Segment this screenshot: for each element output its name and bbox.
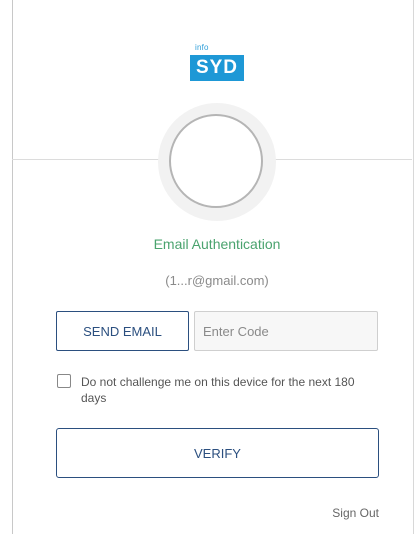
send-email-button[interactable]: SEND EMAIL <box>56 311 189 351</box>
remember-device-checkbox[interactable] <box>57 374 71 388</box>
remember-device-label: Do not challenge me on this device for t… <box>81 375 355 405</box>
logo-small-text: info <box>195 43 209 52</box>
verify-button[interactable]: VERIFY <box>56 428 379 478</box>
logo-main-text: SYD <box>190 55 244 81</box>
sign-out-link[interactable]: Sign Out <box>300 506 379 520</box>
auth-title: Email Authentication <box>153 236 281 252</box>
code-input[interactable] <box>194 311 378 351</box>
masked-email: (1...r@gmail.com) <box>165 273 269 288</box>
logo: info SYD <box>190 41 246 85</box>
avatar-icon <box>169 114 263 208</box>
